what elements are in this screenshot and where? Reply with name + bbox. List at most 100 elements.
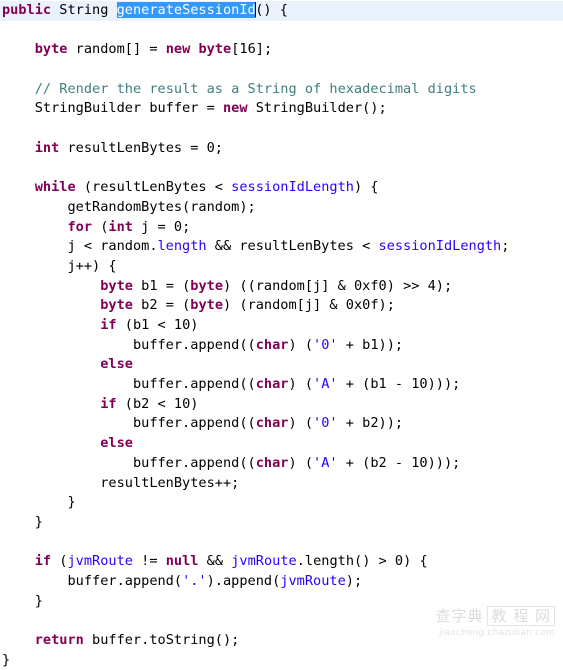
code-line[interactable]: int resultLenBytes = 0; <box>0 139 563 159</box>
code-field: jvmRoute <box>231 553 297 570</box>
code-text: ( <box>51 553 68 570</box>
code-text: ) ( <box>288 415 314 432</box>
selected-identifier[interactable]: generateSessionId <box>116 2 256 18</box>
code-line[interactable]: j++) { <box>0 257 563 277</box>
code-text: + (b1 - 10))); <box>337 376 461 393</box>
code-field: sessionIdLength <box>231 179 354 196</box>
code-keyword: public <box>2 2 52 18</box>
code-string-literal: 'A' <box>313 376 338 393</box>
code-line[interactable]: } <box>0 513 563 533</box>
code-line[interactable]: getRandomBytes(random); <box>0 198 563 218</box>
code-text: buffer.append(( <box>2 454 256 471</box>
code-text: + (b2 - 10))); <box>337 454 461 471</box>
code-text: } <box>2 651 11 668</box>
code-keyword: byte <box>100 297 133 314</box>
code-keyword: char <box>255 376 289 393</box>
code-text: resultLenBytes = 0; <box>59 139 223 156</box>
code-keyword: new <box>222 100 248 117</box>
code-text: (b2 < 10) <box>116 395 199 412</box>
code-line[interactable]: for (int j = 0; <box>0 218 563 238</box>
code-line[interactable]: } <box>0 493 563 513</box>
code-field: sessionIdLength <box>378 238 502 255</box>
code-field: jvmRoute <box>67 553 133 570</box>
code-line[interactable]: buffer.append((char) ('A' + (b1 - 10))); <box>0 375 563 395</box>
code-text: buffer.append(( <box>2 336 256 353</box>
code-line[interactable] <box>0 611 563 631</box>
code-field: jvmRoute <box>280 572 346 589</box>
code-line[interactable]: j < random.length && resultLenBytes < se… <box>0 237 563 257</box>
code-line[interactable]: while (resultLenBytes < sessionIdLength)… <box>0 178 563 198</box>
code-string-literal: 'A' <box>313 454 338 471</box>
code-line[interactable]: public String generateSessionId() { <box>0 1 563 21</box>
code-string-literal: '0' <box>313 336 338 353</box>
code-line[interactable] <box>0 60 563 80</box>
code-keyword: if <box>34 553 52 570</box>
code-text: && <box>198 553 232 570</box>
code-line[interactable] <box>0 159 563 179</box>
code-line[interactable]: buffer.append('.').append(jvmRoute); <box>0 572 563 592</box>
code-line[interactable]: resultLenBytes++; <box>0 474 563 494</box>
code-keyword: if <box>100 317 117 333</box>
code-line[interactable] <box>0 119 563 139</box>
code-viewport[interactable]: public String generateSessionId() { byte… <box>0 0 563 670</box>
code-line[interactable]: byte b2 = (byte) (random[j] & 0x0f); <box>0 296 563 316</box>
code-text: [16]; <box>231 41 273 58</box>
code-line[interactable]: byte b1 = (byte) ((random[j] & 0xf0) >> … <box>0 277 563 297</box>
code-keyword: else <box>100 435 133 452</box>
code-text: buffer.append( <box>2 572 183 589</box>
code-line[interactable]: buffer.append((char) ('A' + (b2 - 10))); <box>0 454 563 474</box>
code-text: StringBuilder buffer = <box>2 100 223 117</box>
code-text: != <box>132 553 166 570</box>
code-line[interactable]: if (b1 < 10) <box>0 316 563 336</box>
code-text: ( <box>92 218 109 235</box>
code-string-literal: '0' <box>313 415 338 432</box>
code-text: String <box>59 2 109 18</box>
code-editor[interactable]: public String generateSessionId() { byte… <box>0 0 563 668</box>
code-line[interactable]: if (jvmRoute != null && jvmRoute.length(… <box>0 552 563 572</box>
code-keyword: byte <box>190 277 224 294</box>
code-line[interactable]: buffer.append((char) ('0' + b1)); <box>0 336 563 356</box>
code-keyword: new <box>165 41 191 58</box>
code-line[interactable]: return buffer.toString(); <box>0 631 563 651</box>
code-line[interactable]: } <box>0 592 563 612</box>
code-line[interactable] <box>0 533 563 553</box>
code-keyword: null <box>165 553 199 570</box>
code-line[interactable]: if (b2 < 10) <box>0 395 563 415</box>
code-text: ) ((random[j] & 0xf0) >> 4); <box>223 277 453 294</box>
code-field: length <box>157 238 207 255</box>
code-text: ) { <box>353 179 379 196</box>
code-line[interactable]: byte random[] = new byte[16]; <box>0 40 563 60</box>
code-keyword: int <box>108 218 133 235</box>
code-keyword: byte <box>198 41 232 58</box>
code-text: j = 0; <box>132 218 191 235</box>
code-line[interactable]: else <box>0 434 563 454</box>
code-text: b2 = ( <box>132 297 191 314</box>
code-text: buffer.append(( <box>2 376 256 393</box>
code-text: (resultLenBytes < <box>75 179 232 196</box>
code-text: b1 = ( <box>132 277 191 294</box>
code-keyword: byte <box>100 277 133 294</box>
code-line[interactable]: buffer.append((char) ('0' + b2)); <box>0 414 563 434</box>
code-keyword: for <box>67 218 93 235</box>
code-line[interactable]: // Render the result as a String of hexa… <box>0 80 563 100</box>
code-text: ).append( <box>206 572 281 589</box>
code-text: resultLenBytes++; <box>2 474 240 491</box>
code-text: ) (random[j] & 0x0f); <box>223 297 395 314</box>
code-line[interactable]: else <box>0 355 563 375</box>
code-text: random[] = <box>67 41 166 58</box>
code-line[interactable]: } <box>0 651 563 670</box>
code-keyword: byte <box>34 41 68 58</box>
code-text: + b2)); <box>337 415 404 432</box>
code-text: ; <box>501 238 510 255</box>
code-line[interactable] <box>0 21 563 41</box>
code-keyword: char <box>255 415 289 432</box>
code-text: ); <box>345 572 363 589</box>
code-keyword: while <box>34 179 76 196</box>
code-line[interactable]: StringBuilder buffer = new StringBuilder… <box>0 99 563 119</box>
